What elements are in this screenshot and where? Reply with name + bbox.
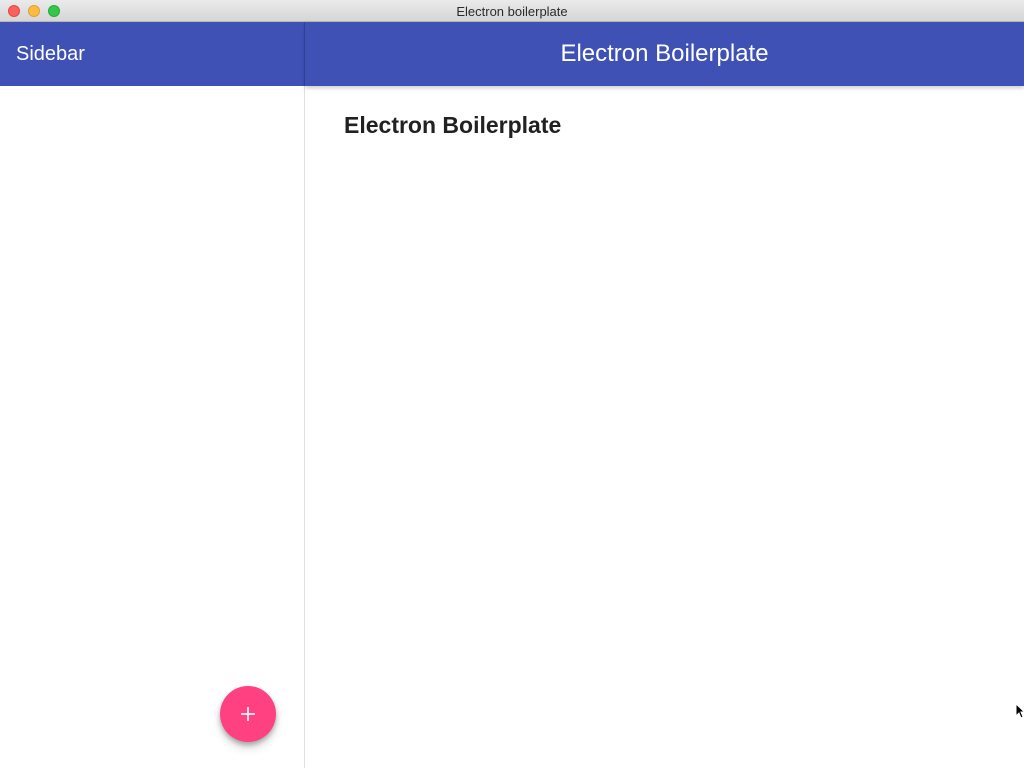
sidebar: Sidebar bbox=[0, 22, 305, 768]
app-window: Electron boilerplate Sidebar Electron Bo… bbox=[0, 0, 1024, 768]
app-bar: Electron Boilerplate bbox=[305, 22, 1024, 86]
sidebar-header: Sidebar bbox=[0, 22, 305, 86]
app-bar-title: Electron Boilerplate bbox=[560, 40, 769, 67]
sidebar-title: Sidebar bbox=[16, 43, 85, 65]
window-titlebar[interactable]: Electron boilerplate bbox=[0, 0, 1024, 22]
mouse-cursor-icon bbox=[1015, 703, 1024, 719]
plus-icon bbox=[220, 686, 276, 742]
add-button[interactable] bbox=[220, 686, 276, 742]
window-title: Electron boilerplate bbox=[456, 4, 568, 19]
page-title: Electron Boilerplate bbox=[344, 112, 562, 138]
main-content: Electron Boilerplate Electron Boilerplat… bbox=[305, 22, 1024, 768]
